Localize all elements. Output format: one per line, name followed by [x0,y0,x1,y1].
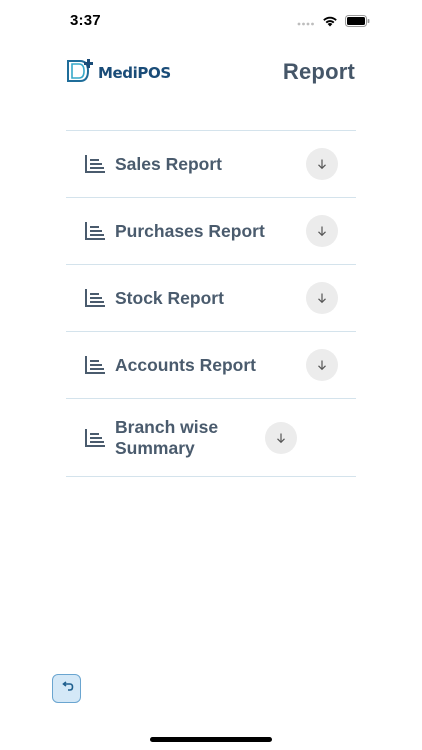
download-arrow-icon[interactable] [306,349,338,381]
page-title: Report [282,59,355,84]
medipos-logo: MediPOS [66,58,171,89]
status-time: 3:37 [70,12,101,29]
report-item-label: Accounts Report [115,354,256,375]
report-item-label: Stock Report [115,287,224,308]
report-list-icon [84,154,106,174]
report-item-label: Purchases Report [115,220,265,241]
undo-button[interactable] [52,674,81,703]
report-list-icon [84,428,106,448]
download-arrow-icon[interactable] [306,282,338,314]
report-item-purchases[interactable]: Purchases Report [66,198,356,265]
report-item-accounts[interactable]: Accounts Report [66,332,356,399]
download-arrow-icon[interactable] [306,148,338,180]
report-item-sales[interactable]: Sales Report [66,131,356,198]
report-list: Sales Report Purchases Report Stock Repo… [66,130,356,477]
report-screen: 3:37 MediPOS Report Sales Report Purchas… [0,0,422,750]
signal-icon [297,16,315,26]
report-item-branch-summary[interactable]: Branch wise Summary [66,399,356,477]
report-list-icon [84,221,106,241]
report-item-label: Branch wise Summary [115,416,219,458]
wifi-icon [322,15,338,27]
report-item-label: Sales Report [115,153,222,174]
download-arrow-icon[interactable] [265,421,297,454]
download-arrow-icon[interactable] [306,215,338,247]
logo-text: MediPOS [98,64,171,82]
battery-icon [345,15,370,27]
report-list-icon [84,288,106,308]
report-item-stock[interactable]: Stock Report [66,265,356,332]
report-list-icon [84,355,106,375]
status-icons [297,12,370,30]
home-indicator [150,737,272,742]
logo-mark-icon [66,58,96,89]
undo-icon [60,680,74,698]
